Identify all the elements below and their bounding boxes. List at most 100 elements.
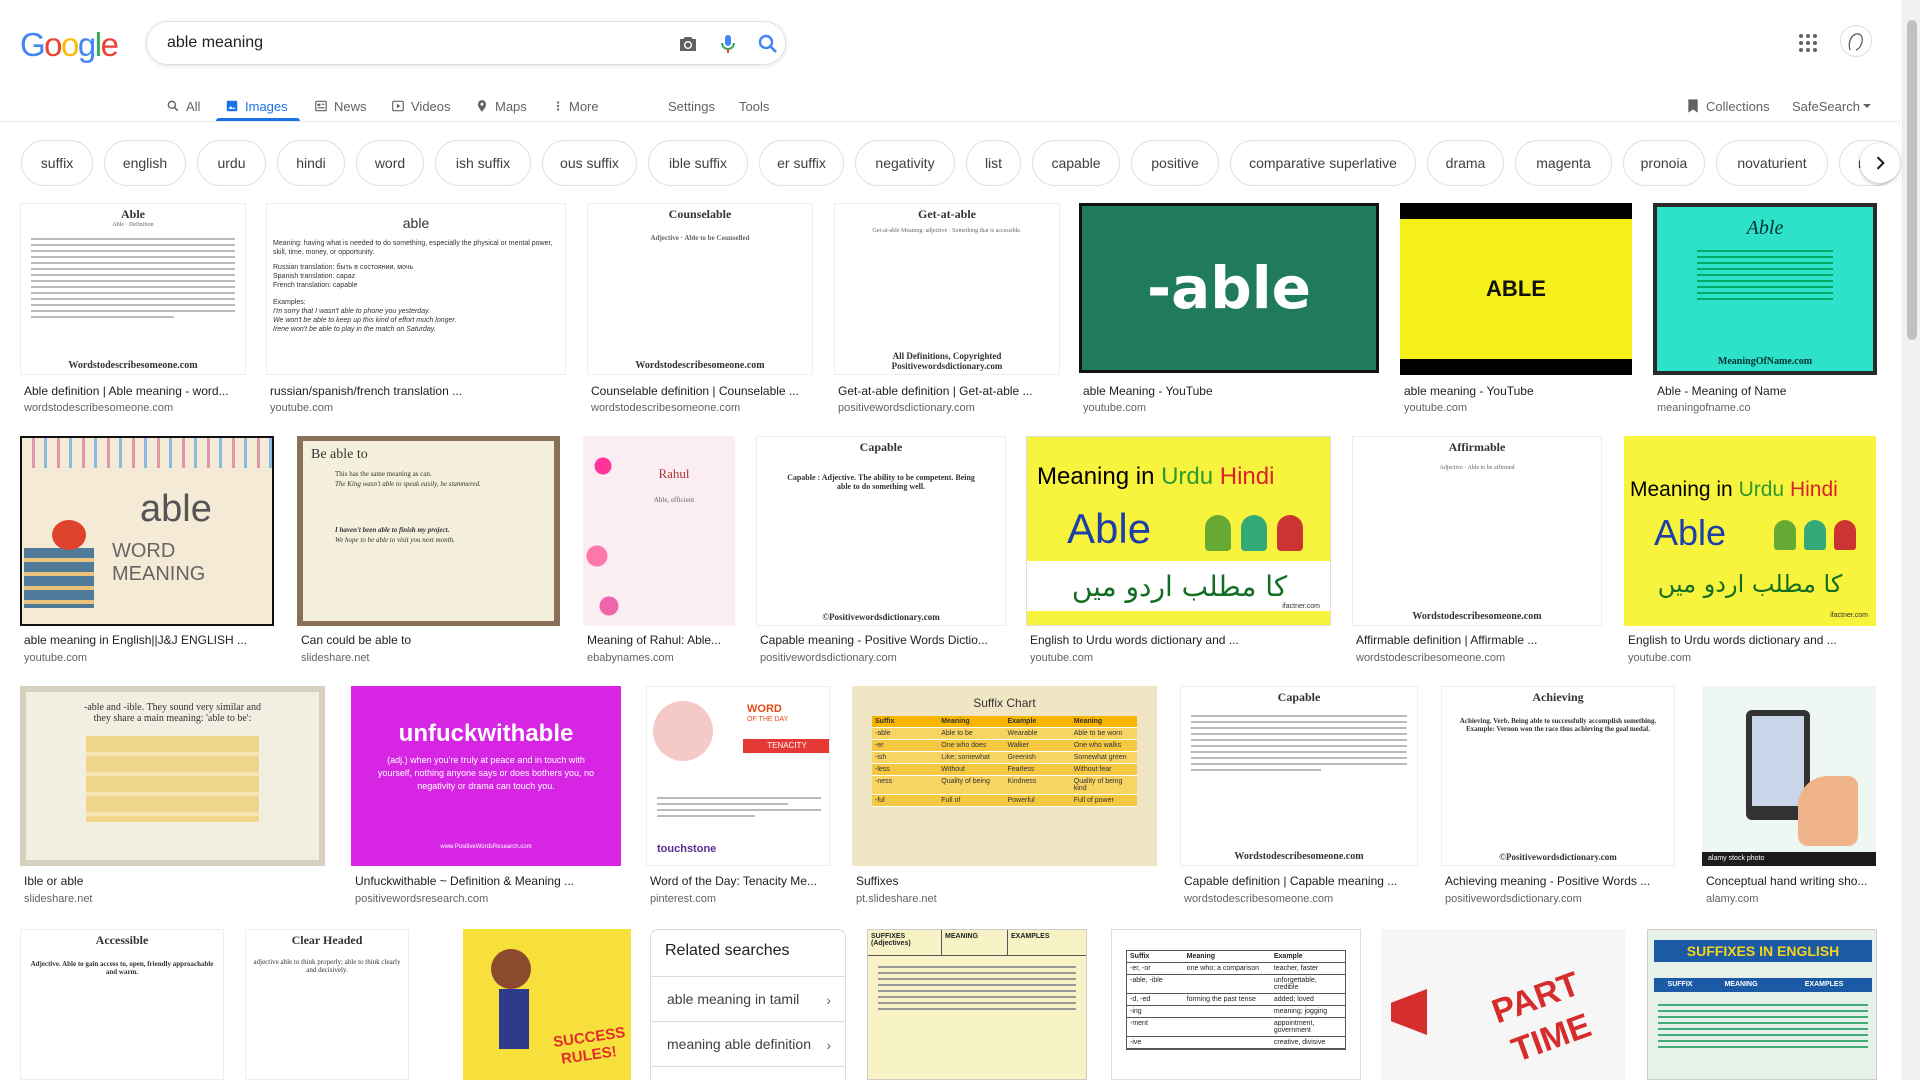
result-thumbnail[interactable]: Capable Capable : Adjective. The ability… (756, 436, 1006, 626)
result-source[interactable]: youtube.com (24, 652, 274, 664)
search-input[interactable]: able meaning (167, 34, 263, 52)
result-thumbnail[interactable]: unfuckwithable (adj.) when you're truly … (351, 686, 621, 866)
result-source[interactable]: positivewordsresearch.com (355, 893, 621, 905)
chip[interactable]: negativity (855, 140, 955, 186)
result-source[interactable]: pinterest.com (650, 893, 830, 905)
chip[interactable]: list (966, 140, 1021, 186)
image-result[interactable]: Capable Capable : Adjective. The ability… (756, 436, 1006, 668)
search-box[interactable]: able meaning (146, 21, 786, 65)
account-avatar[interactable] (1840, 25, 1872, 57)
result-source[interactable]: wordstodescribesomeone.com (591, 402, 813, 414)
result-thumbnail[interactable]: alamy stock photo (1702, 686, 1876, 866)
camera-icon[interactable] (676, 32, 700, 56)
chip[interactable]: positive (1131, 140, 1219, 186)
collections-link[interactable]: Collections (1686, 91, 1770, 121)
result-thumbnail[interactable]: -able and -ible. They sound very similar… (20, 686, 325, 866)
result-title[interactable]: able meaning in English||J&J ENGLISH ... (24, 633, 274, 647)
tab-images[interactable]: Images (225, 91, 288, 121)
image-result[interactable]: SUFFIXES IN ENGLISH SUFFIX MEANING EXAMP… (1647, 929, 1877, 1080)
result-source[interactable]: youtube.com (270, 402, 566, 414)
result-thumbnail[interactable]: Counselable Adjective · Able to be Couns… (587, 203, 813, 375)
image-result[interactable]: Able Able · Definition Wordstodescribeso… (20, 203, 246, 418)
chip[interactable]: comparative superlative (1230, 140, 1416, 186)
result-source[interactable]: youtube.com (1083, 402, 1379, 414)
result-source[interactable]: wordstodescribesomeone.com (24, 402, 246, 414)
result-source[interactable]: pt.slideshare.net (856, 893, 1157, 905)
result-source[interactable]: youtube.com (1628, 652, 1876, 664)
microphone-icon[interactable] (716, 32, 740, 56)
chip[interactable]: ible suffix (648, 140, 748, 186)
result-title[interactable]: Ible or able (24, 874, 325, 888)
result-source[interactable]: youtube.com (1404, 402, 1632, 414)
result-source[interactable]: meaningofname.co (1657, 402, 1877, 414)
result-source[interactable]: wordstodescribesomeone.com (1184, 893, 1418, 905)
chip[interactable]: novaturient (1716, 140, 1828, 186)
google-logo[interactable]: Google (20, 26, 119, 64)
chips-next-button[interactable] (1860, 143, 1900, 183)
image-result[interactable]: Meaning in Urdu Hindi Able کا مطلب اردو … (1624, 436, 1876, 668)
image-result[interactable]: Suffix Chart Suffix Meaning Example Meaning… (852, 686, 1157, 908)
search-icon[interactable] (756, 32, 780, 56)
result-thumbnail[interactable]: Suffix Chart Suffix Meaning Example Meaning… (852, 686, 1157, 866)
safesearch-toggle[interactable]: SafeSearch (1792, 91, 1878, 121)
chip[interactable]: suffix (21, 140, 93, 186)
image-result[interactable]: Achieving Achieving. Verb. Being able to… (1441, 686, 1675, 908)
image-result[interactable]: Suffix Meaning Example -er, -or one who; a c… (1111, 929, 1361, 1080)
result-title[interactable]: Achieving meaning - Positive Words ... (1445, 874, 1675, 888)
related-search-item[interactable] (651, 1066, 845, 1080)
image-result[interactable]: alamy stock photo Conceptual hand writin… (1702, 686, 1876, 908)
result-title[interactable]: Meaning of Rahul: Able... (587, 633, 735, 647)
result-thumbnail[interactable]: SUFFIXES IN ENGLISH SUFFIX MEANING EXAMP… (1647, 929, 1877, 1080)
result-thumbnail[interactable]: Achieving Achieving. Verb. Being able to… (1441, 686, 1675, 866)
result-source[interactable]: alamy.com (1706, 893, 1876, 905)
result-title[interactable]: Capable meaning - Positive Words Dictio.… (760, 633, 1006, 647)
result-thumbnail[interactable]: Able MeaningOfName.com (1653, 203, 1877, 375)
chip[interactable]: urdu (197, 140, 266, 186)
image-result[interactable]: able Meaning: having what is needed to d… (266, 203, 566, 418)
result-title[interactable]: Able definition | Able meaning - word... (24, 384, 246, 398)
result-thumbnail[interactable]: Get-at-able Get-at-able Meaning: adjecti… (834, 203, 1060, 375)
image-result[interactable]: SUCCESS RULES! (463, 929, 631, 1080)
image-result[interactable]: Be able to This has the same meaning as … (297, 436, 560, 668)
result-title[interactable]: Affirmable definition | Affirmable ... (1356, 633, 1602, 647)
result-title[interactable]: English to Urdu words dictionary and ... (1030, 633, 1331, 647)
result-source[interactable]: ebabynames.com (587, 652, 735, 664)
result-thumbnail[interactable]: Affirmable Adjective · Able to be affirm… (1352, 436, 1602, 626)
image-result[interactable]: -able able Meaning - YouTube youtube.com (1079, 203, 1379, 418)
result-thumbnail[interactable]: WORD OF THE DAY TENACITY touchstone (646, 686, 830, 866)
result-thumbnail[interactable]: Meaning in Urdu Hindi Able کا مطلب اردو … (1624, 436, 1876, 626)
image-result[interactable]: Get-at-able Get-at-able Meaning: adjecti… (834, 203, 1060, 418)
chip[interactable]: er suffix (759, 140, 844, 186)
result-thumbnail[interactable]: Meaning in Urdu Hindi Able کا مطلب اردو … (1026, 436, 1331, 626)
image-result[interactable]: PART TIME (1381, 929, 1625, 1080)
image-result[interactable]: Affirmable Adjective · Able to be affirm… (1352, 436, 1602, 668)
image-result[interactable]: SUFFIXES (Adjectives) MEANING EXAMPLES (867, 929, 1087, 1080)
image-result[interactable]: Counselable Adjective · Able to be Couns… (587, 203, 813, 418)
image-result[interactable]: WORD OF THE DAY TENACITY touchstone Word… (646, 686, 830, 908)
result-source[interactable]: positivewordsdictionary.com (838, 402, 1060, 414)
result-title[interactable]: russian/spanish/french translation ... (270, 384, 566, 398)
chip[interactable]: magenta (1515, 140, 1612, 186)
result-thumbnail[interactable]: SUFFIXES (Adjectives) MEANING EXAMPLES (867, 929, 1087, 1080)
scrollbar-thumb[interactable] (1907, 20, 1917, 340)
tab-more[interactable]: More (553, 91, 599, 121)
image-result[interactable]: Able MeaningOfName.com Able - Meaning of… (1653, 203, 1877, 418)
image-result[interactable]: Accessible Adjective. Able to gain acces… (20, 929, 224, 1080)
image-result[interactable]: Rahul Able, efficient Meaning of Rahul: … (583, 436, 735, 668)
result-thumbnail[interactable]: PART TIME (1381, 929, 1625, 1080)
chip[interactable]: ish suffix (435, 140, 531, 186)
related-search-item[interactable]: able meaning in tamil › (651, 976, 845, 1020)
image-result[interactable]: Clear Headed adjective able to think pro… (245, 929, 409, 1080)
result-thumbnail[interactable]: SUCCESS RULES! (463, 929, 631, 1080)
result-title[interactable]: able meaning - YouTube (1404, 384, 1632, 398)
page-scrollbar[interactable] (1902, 0, 1920, 1080)
result-thumbnail[interactable]: able Meaning: having what is needed to d… (266, 203, 566, 375)
related-search-item[interactable]: meaning able definition › (651, 1021, 845, 1065)
chip[interactable]: capable (1032, 140, 1120, 186)
result-title[interactable]: Get-at-able definition | Get-at-able ... (838, 384, 1060, 398)
result-source[interactable]: positivewordsdictionary.com (760, 652, 1006, 664)
result-title[interactable]: Can could be able to (301, 633, 560, 647)
result-thumbnail[interactable]: -able (1079, 203, 1379, 373)
chip[interactable]: drama (1427, 140, 1504, 186)
image-result[interactable]: able WORD MEANING able meaning in Englis… (20, 436, 274, 668)
